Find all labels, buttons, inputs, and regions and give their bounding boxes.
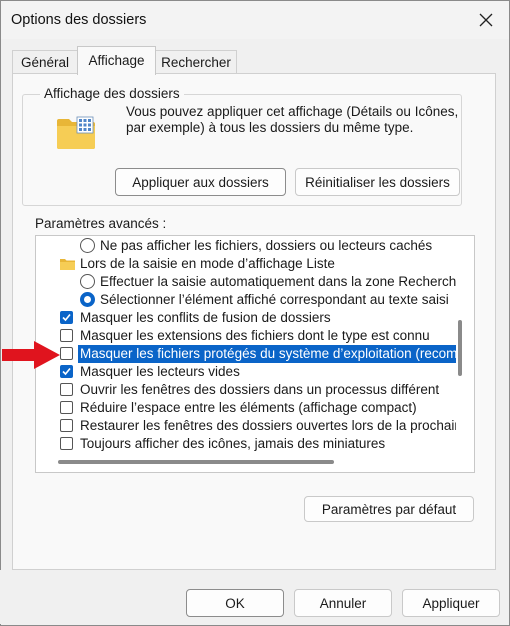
apply-to-folders-button[interactable]: Appliquer aux dossiers — [115, 168, 286, 196]
checkbox[interactable] — [60, 383, 73, 396]
radio-button-selected[interactable] — [80, 292, 95, 307]
list-item[interactable]: Toujours afficher des icônes, jamais des… — [36, 435, 456, 453]
tab-label: Affichage — [88, 53, 145, 68]
folder-icon — [57, 116, 95, 149]
checkbox[interactable] — [60, 401, 73, 414]
list-item[interactable]: Ne pas afficher les fichiers, dossiers o… — [36, 237, 456, 255]
list-item[interactable]: Masquer les conflits de fusion de dossie… — [36, 309, 456, 327]
cancel-button[interactable]: Annuler — [294, 589, 392, 617]
vertical-scrollbar[interactable] — [458, 320, 462, 376]
dialog-footer: OK Annuler Appliquer — [0, 570, 508, 624]
red-arrow-annotation — [2, 341, 60, 369]
list-item[interactable]: Ouvrir les fenêtres des dossiers dans un… — [36, 381, 456, 399]
apply-button[interactable]: Appliquer — [402, 589, 500, 617]
tab-label: Général — [20, 55, 70, 70]
tab-affichage[interactable]: Affichage — [77, 46, 156, 75]
advanced-settings-list[interactable]: Ne pas afficher les fichiers, dossiers o… — [35, 235, 475, 473]
checkbox-checked[interactable] — [60, 311, 73, 324]
list-item-label: Toujours afficher des icônes, jamais des… — [80, 436, 386, 451]
radio-button[interactable] — [80, 238, 95, 253]
folder-view-legend: Affichage des dossiers — [40, 86, 184, 101]
close-icon — [479, 13, 493, 27]
list-item-label: Effectuer la saisie automatiquement dans… — [100, 274, 456, 289]
list-item-label: Masquer les extensions des fichiers dont… — [80, 328, 430, 343]
radio-button[interactable] — [80, 274, 95, 289]
list-item[interactable]: Lors de la saisie en mode d’affichage Li… — [36, 255, 456, 273]
list-item[interactable]: Masquer les extensions des fichiers dont… — [36, 327, 456, 345]
ok-button[interactable]: OK — [186, 589, 284, 617]
reset-folders-button[interactable]: Réinitialiser les dossiers — [295, 168, 460, 196]
window-title: Options des dossiers — [11, 12, 147, 28]
list-item-label: Masquer les lecteurs vides — [80, 364, 240, 379]
checkbox[interactable] — [60, 437, 73, 450]
list-item-label: Réduire l’espace entre les éléments (aff… — [80, 400, 417, 415]
list-item-label: Ouvrir les fenêtres des dossiers dans un… — [80, 382, 440, 397]
list-item-label: Lors de la saisie en mode d’affichage Li… — [80, 256, 335, 271]
tab-rechercher[interactable]: Rechercher — [155, 50, 237, 74]
advanced-settings-label: Paramètres avancés : — [35, 216, 167, 231]
list-item-label: Sélectionner l’élément affiché correspon… — [100, 292, 449, 307]
checkmark-icon — [62, 367, 71, 376]
list-item-selected[interactable]: Masquer les fichiers protégés du système… — [36, 345, 456, 363]
list-item[interactable]: Restaurer les fenêtres des dossiers ouve… — [36, 417, 456, 435]
restore-defaults-button[interactable]: Paramètres par défaut — [304, 496, 474, 522]
tab-label: Rechercher — [161, 55, 231, 70]
close-button[interactable] — [463, 1, 509, 39]
list-item[interactable]: Masquer les lecteurs vides — [36, 363, 456, 381]
horizontal-scrollbar[interactable] — [58, 460, 334, 464]
list-item-label: Masquer les conflits de fusion de dossie… — [80, 310, 331, 325]
list-item[interactable]: Réduire l’espace entre les éléments (aff… — [36, 399, 456, 417]
list-item[interactable]: Effectuer la saisie automatiquement dans… — [36, 273, 456, 291]
list-item[interactable]: Sélectionner l’élément affiché correspon… — [36, 291, 456, 309]
list-item-label: Restaurer les fenêtres des dossiers ouve… — [80, 418, 456, 433]
folder-icon — [60, 259, 75, 270]
folder-view-description: Vous pouvez appliquer cet affichage (Dét… — [126, 104, 459, 135]
list-item-label: Masquer les fichiers protégés du système… — [80, 346, 456, 361]
checkmark-icon — [62, 313, 71, 322]
checkbox[interactable] — [60, 419, 73, 432]
title-bar[interactable]: Options des dossiers — [1, 1, 509, 39]
list-item-label: Ne pas afficher les fichiers, dossiers o… — [100, 238, 433, 253]
tab-general[interactable]: Général — [12, 50, 78, 74]
